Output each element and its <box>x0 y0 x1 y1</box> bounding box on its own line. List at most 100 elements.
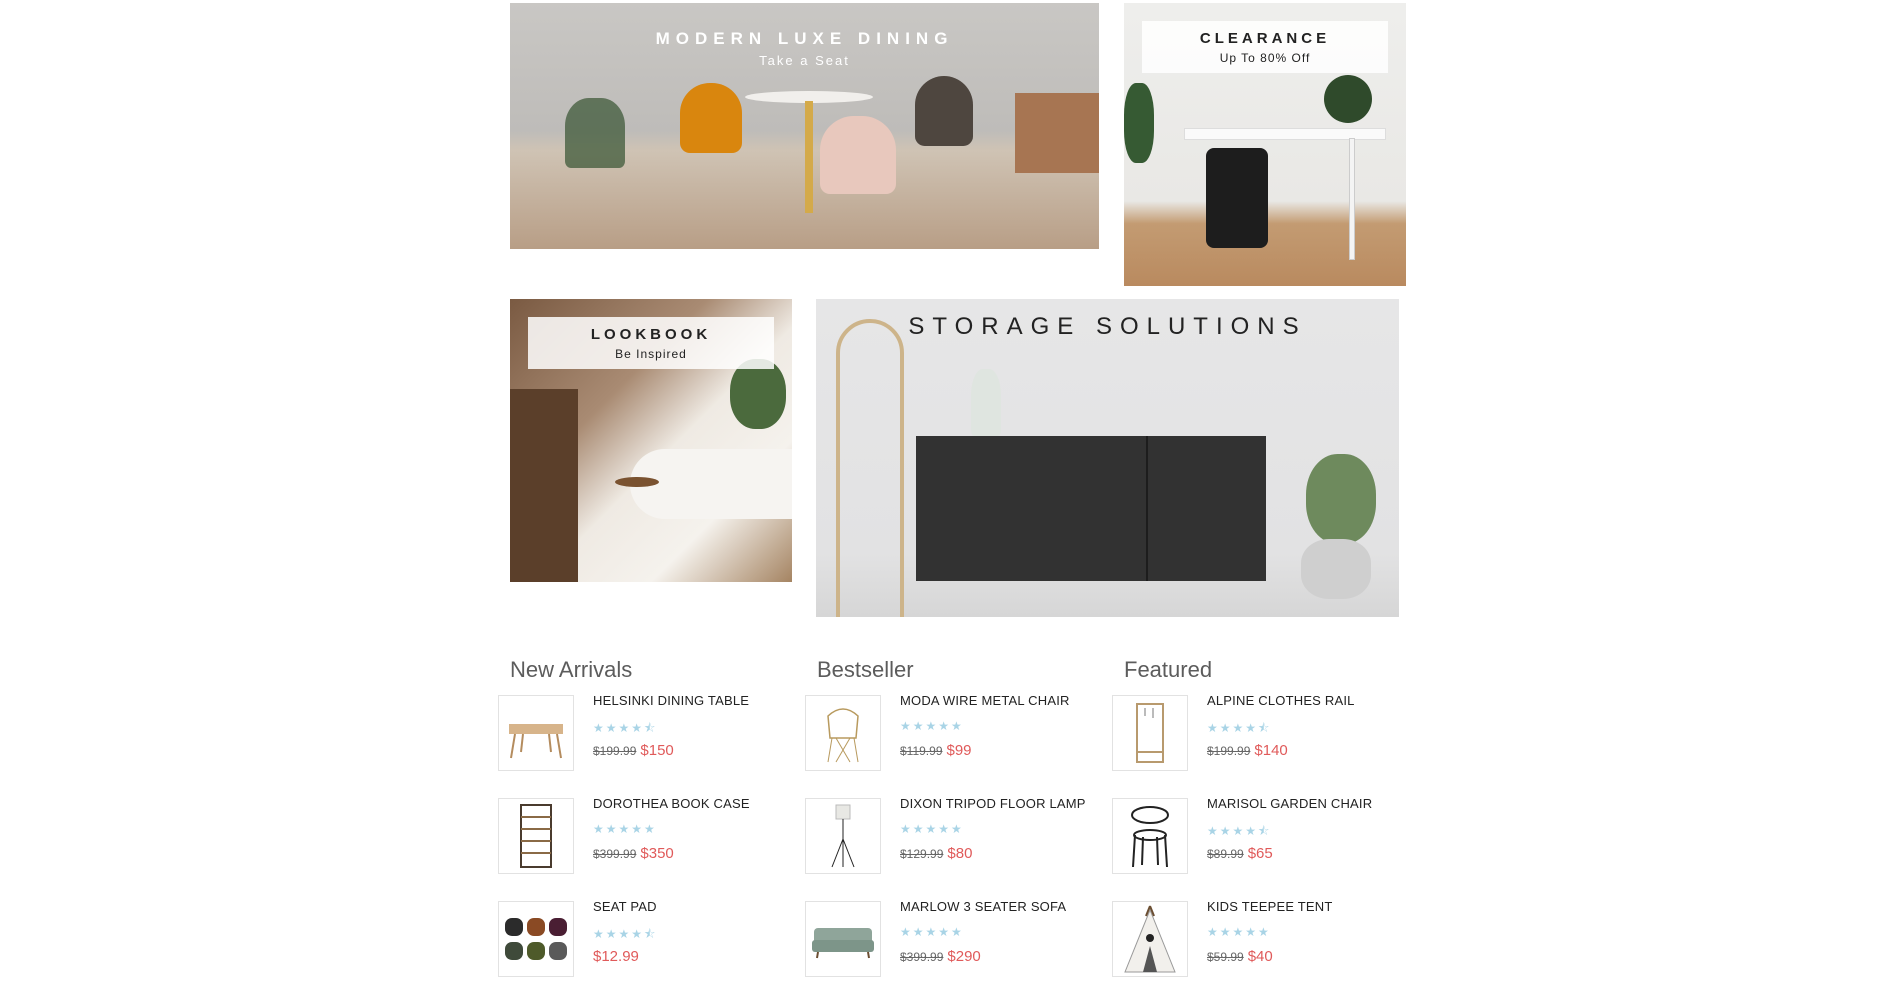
old-price: $89.99 <box>1207 847 1244 861</box>
mirror-image <box>836 319 904 617</box>
old-price: $199.99 <box>1207 744 1251 758</box>
banner-title: LOOKBOOK <box>590 326 712 343</box>
desk-image <box>1184 128 1386 140</box>
column-heading: Featured <box>1124 657 1213 682</box>
banner-storage-solutions[interactable]: STORAGE SOLUTIONS <box>816 299 1399 617</box>
product-name[interactable]: ALPINE CLOTHES RAIL <box>1207 693 1355 708</box>
product-price: $119.99 $99 <box>900 742 972 760</box>
product-name[interactable]: MARLOW 3 SEATER SOFA <box>900 899 1066 914</box>
sale-price: $65 <box>1247 845 1273 862</box>
sideboard-image <box>1015 93 1099 173</box>
plant-image <box>1306 454 1376 544</box>
product-item[interactable]: SEAT PAD ★★★★⯪ $12.99 <box>498 897 788 1000</box>
banner-text: MODERN LUXE DINING Take a Seat <box>510 29 1099 68</box>
banner-subtitle: Be Inspired <box>615 347 687 361</box>
old-price: $399.99 <box>900 950 944 964</box>
banner-title: CLEARANCE <box>1199 30 1331 47</box>
desk-leg <box>1349 138 1355 260</box>
product-name[interactable]: DOROTHEA BOOK CASE <box>593 796 750 811</box>
product-name[interactable]: KIDS TEEPEE TENT <box>1207 899 1333 914</box>
banner-text: CLEARANCE Up To 80% Off <box>1142 21 1388 73</box>
product-name[interactable]: HELSINKI DINING TABLE <box>593 693 749 708</box>
rating-stars: ★★★★★ <box>900 822 964 836</box>
wire-chair-icon[interactable] <box>805 695 881 771</box>
product-price: $399.99 $350 <box>593 845 674 863</box>
seat-pad-icon[interactable] <box>498 901 574 977</box>
product-item[interactable]: MARISOL GARDEN CHAIR ★★★★⯪ $89.99 $65 <box>1112 794 1402 897</box>
product-name[interactable]: MODA WIRE METAL CHAIR <box>900 693 1070 708</box>
old-price: $399.99 <box>593 847 637 861</box>
sale-price: $12.99 <box>593 948 639 965</box>
rating-stars: ★★★★★ <box>900 719 964 733</box>
product-name[interactable]: SEAT PAD <box>593 899 657 914</box>
banner-title: STORAGE SOLUTIONS <box>908 313 1307 340</box>
old-price: $199.99 <box>593 744 637 758</box>
chair-image <box>1206 148 1268 248</box>
product-price: $199.99 $140 <box>1207 742 1288 760</box>
product-item[interactable]: HELSINKI DINING TABLE ★★★★⯪ $199.99 $150 <box>498 691 788 794</box>
product-column-bestseller: Bestseller MODA WIRE METAL CHAIR ★★★★★ $… <box>805 657 1095 1000</box>
table-leg <box>805 101 813 213</box>
rating-stars: ★★★★⯪ <box>1207 721 1272 735</box>
drawer-divider <box>1146 436 1148 581</box>
banner-clearance[interactable]: CLEARANCE Up To 80% Off <box>1124 3 1406 286</box>
old-price: $59.99 <box>1207 950 1244 964</box>
floor-lamp-icon[interactable] <box>805 798 881 874</box>
plant-image <box>565 98 625 168</box>
product-item[interactable]: MARLOW 3 SEATER SOFA ★★★★★ $399.99 $290 <box>805 897 1095 1000</box>
product-price: $199.99 $150 <box>593 742 674 760</box>
drawer-cabinet-image <box>510 389 578 582</box>
product-item[interactable]: DOROTHEA BOOK CASE ★★★★★ $399.99 $350 <box>498 794 788 897</box>
rating-stars: ★★★★⯪ <box>1207 824 1272 838</box>
vase-image <box>971 369 1001 436</box>
column-heading: Bestseller <box>817 657 914 682</box>
product-name[interactable]: DIXON TRIPOD FLOOR LAMP <box>900 796 1086 811</box>
pot-image <box>1301 539 1371 599</box>
clothes-rail-icon[interactable] <box>1112 695 1188 771</box>
chair-image <box>680 83 742 153</box>
sale-price: $350 <box>640 845 674 862</box>
product-price: $129.99 $80 <box>900 845 972 863</box>
rating-stars: ★★★★★ <box>900 925 964 939</box>
banner-modern-luxe-dining[interactable]: MODERN LUXE DINING Take a Seat <box>510 3 1099 249</box>
sale-price: $99 <box>946 742 972 759</box>
product-item[interactable]: ALPINE CLOTHES RAIL ★★★★⯪ $199.99 $140 <box>1112 691 1402 794</box>
sale-price: $290 <box>947 948 981 965</box>
chair-image <box>820 116 896 194</box>
banner-text: LOOKBOOK Be Inspired <box>528 317 774 369</box>
sale-price: $80 <box>947 845 973 862</box>
rating-stars: ★★★★⯪ <box>593 927 658 941</box>
product-price: $12.99 <box>593 948 639 966</box>
old-price: $129.99 <box>900 847 944 861</box>
plant-image <box>730 359 786 429</box>
product-column-featured: Featured ALPINE CLOTHES RAIL ★★★★⯪ $199.… <box>1112 657 1402 1000</box>
bookcase-icon[interactable] <box>498 798 574 874</box>
product-item[interactable]: MODA WIRE METAL CHAIR ★★★★★ $119.99 $99 <box>805 691 1095 794</box>
rating-stars: ★★★★⯪ <box>593 721 658 735</box>
sideboard-image <box>916 436 1266 581</box>
product-name[interactable]: MARISOL GARDEN CHAIR <box>1207 796 1372 811</box>
sale-price: $150 <box>640 742 674 759</box>
product-item[interactable]: DIXON TRIPOD FLOOR LAMP ★★★★★ $129.99 $80 <box>805 794 1095 897</box>
product-price: $59.99 $40 <box>1207 948 1273 966</box>
product-price: $399.99 $290 <box>900 948 981 966</box>
rating-stars: ★★★★★ <box>1207 925 1271 939</box>
banner-subtitle: Up To 80% Off <box>1219 51 1311 65</box>
product-item[interactable]: KIDS TEEPEE TENT ★★★★★ $59.99 $40 <box>1112 897 1402 1000</box>
plant-image <box>1124 83 1154 163</box>
banner-subtitle: Take a Seat <box>759 53 850 68</box>
teepee-icon[interactable] <box>1112 901 1188 977</box>
banner-title: MODERN LUXE DINING <box>655 29 954 48</box>
garden-chair-icon[interactable] <box>1112 798 1188 874</box>
old-price: $119.99 <box>900 744 943 758</box>
plant-image <box>1324 75 1372 123</box>
sofa-icon[interactable] <box>805 901 881 977</box>
product-price: $89.99 $65 <box>1207 845 1273 863</box>
banner-text: STORAGE SOLUTIONS <box>816 313 1399 341</box>
banner-lookbook[interactable]: LOOKBOOK Be Inspired <box>510 299 792 582</box>
table-icon[interactable] <box>498 695 574 771</box>
column-heading: New Arrivals <box>510 657 633 682</box>
sale-price: $40 <box>1247 948 1273 965</box>
sale-price: $140 <box>1254 742 1288 759</box>
rating-stars: ★★★★★ <box>593 822 657 836</box>
